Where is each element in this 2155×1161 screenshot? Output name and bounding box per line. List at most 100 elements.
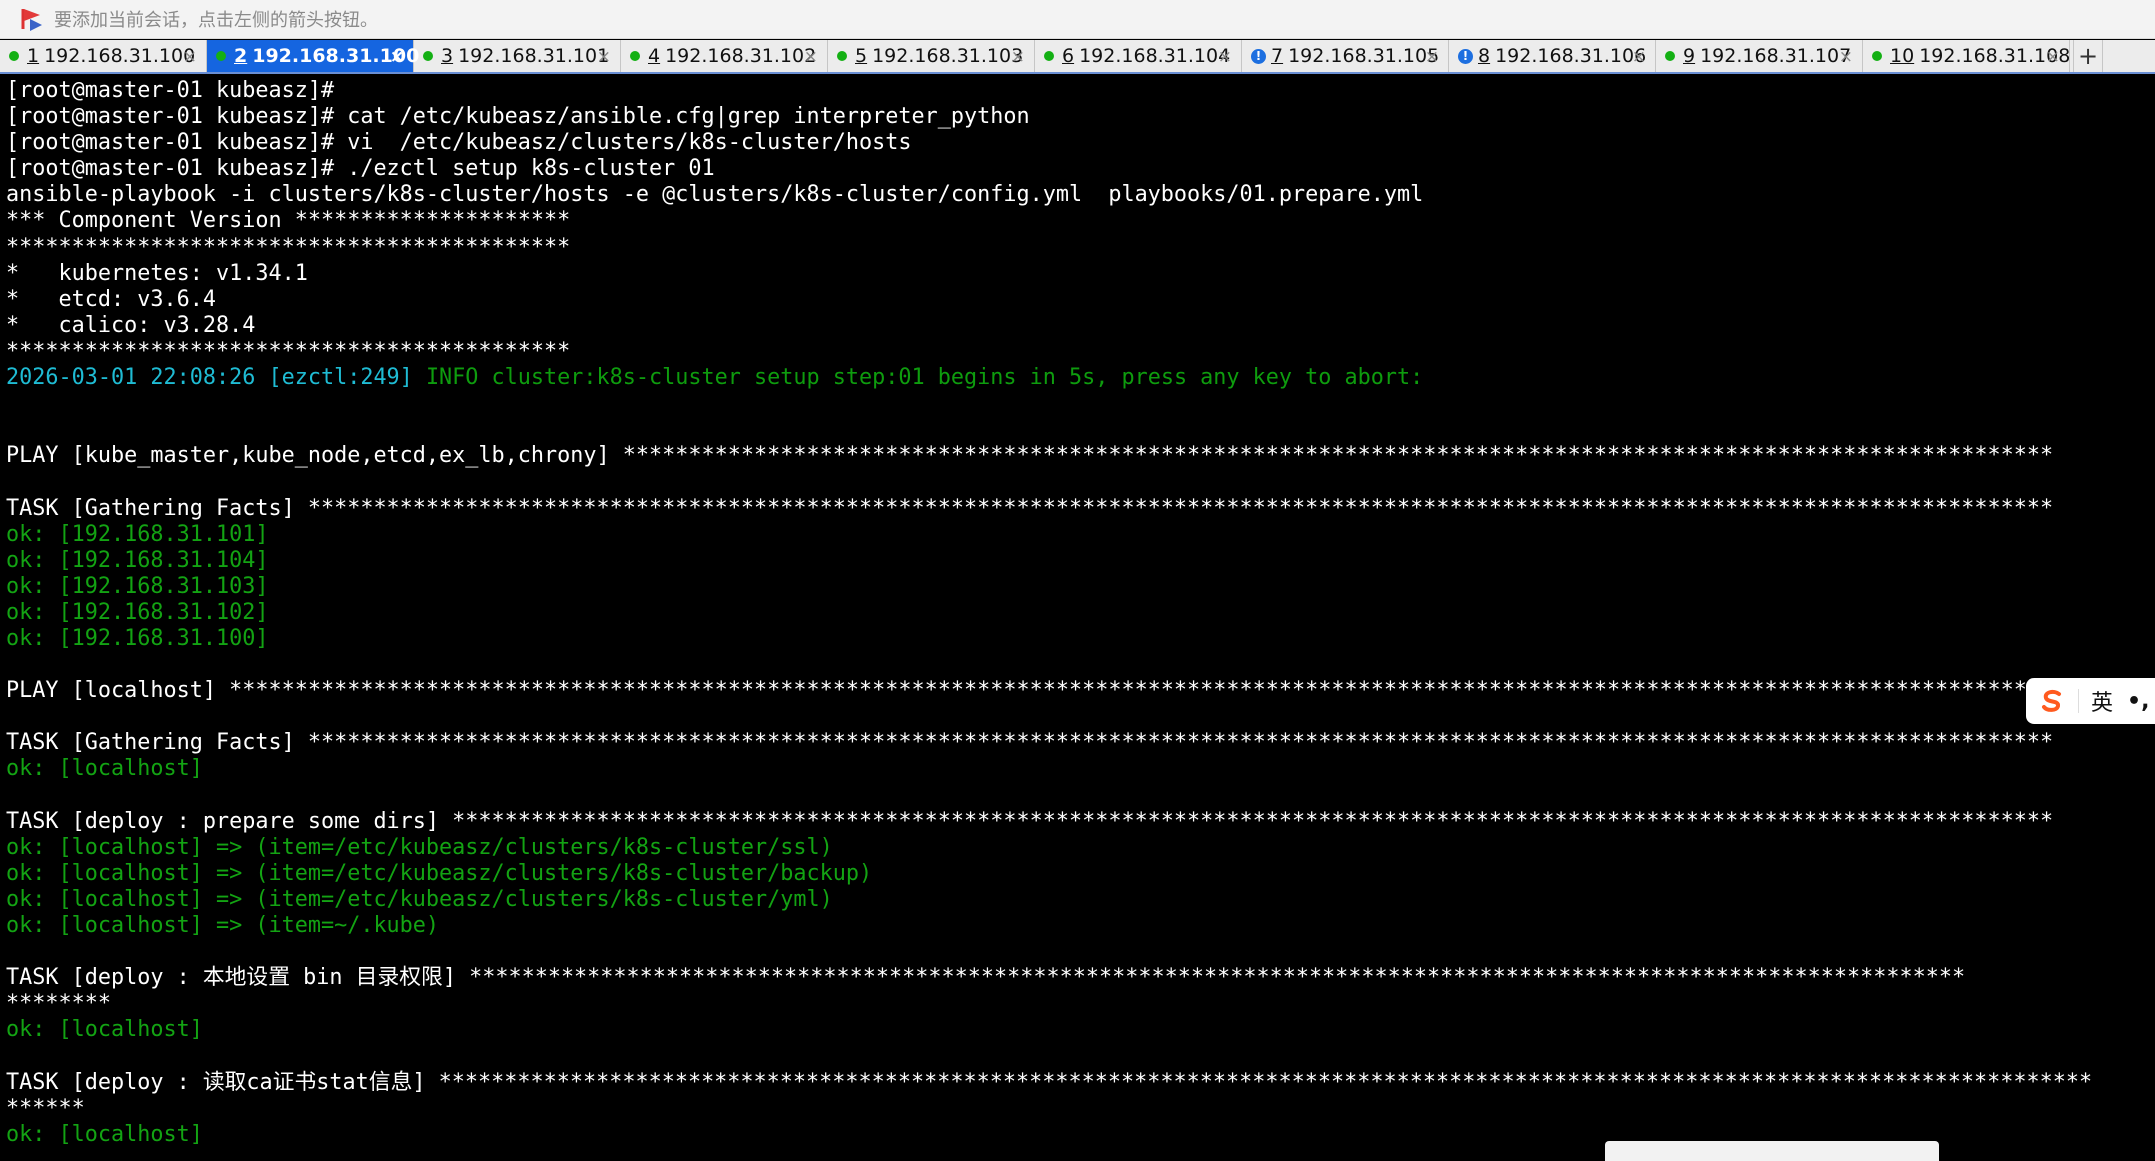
info-status-icon: ! (1458, 48, 1473, 64)
terminal-line: 2026-03-01 22:08:26 [ezctl:249] INFO clu… (6, 365, 2155, 391)
terminal-line-text: [root@master-01 kubeasz]# (6, 78, 335, 103)
terminal-line: ansible-playbook -i clusters/k8s-cluster… (6, 182, 2155, 208)
tab-number: 7 (1271, 45, 1284, 67)
terminal-line: ok: [192.168.31.101] (6, 522, 2155, 548)
terminal-line: ok: [localhost] => (item=/etc/kubeasz/cl… (6, 887, 2155, 913)
terminal-line: *** Component Version ******************… (6, 208, 2155, 234)
tab-close-icon[interactable]: × (2046, 47, 2060, 67)
tab-host: 192.168.31.105 (1288, 45, 1440, 67)
terminal-line-text: ok: [192.168.31.101] (6, 521, 269, 547)
terminal-line: ok: [192.168.31.103] (6, 574, 2155, 600)
terminal-line-text: ok: [localhost] (6, 1121, 203, 1147)
terminal-line-text: ok: [localhost] => (item=/etc/kubeasz/cl… (6, 886, 833, 912)
terminal-line-text: ****************************************… (6, 338, 571, 364)
tab-session-5[interactable]: 5 192.168.31.103 × (828, 40, 1035, 72)
sogou-s-icon[interactable] (2038, 687, 2066, 715)
terminal-line-text: TASK [Gathering Facts] *****************… (6, 730, 2054, 756)
bottom-popup-edge (1605, 1141, 1939, 1161)
terminal-line: ok: [localhost] (6, 756, 2155, 782)
connected-status-icon (1044, 51, 1054, 61)
tab-host: 192.168.31.101 (458, 45, 610, 67)
terminal-line: ****** (6, 1096, 2155, 1122)
tab-close-icon[interactable]: × (1425, 47, 1439, 67)
terminal-line-text: ******** (6, 991, 111, 1017)
terminal-line: ok: [192.168.31.102] (6, 600, 2155, 626)
tab-host: 192.168.31.107 (1700, 45, 1852, 67)
tab-host: 192.168.31.103 (872, 45, 1024, 67)
terminal-line: * calico: v3.28.4 (6, 313, 2155, 339)
tab-session-3[interactable]: 3 192.168.31.101 × (414, 40, 621, 72)
info-status-icon: ! (1251, 48, 1266, 64)
terminal-line: TASK [Gathering Facts] *****************… (6, 730, 2155, 756)
tab-host: 192.168.31.106 (1495, 45, 1647, 67)
connected-status-icon (216, 51, 226, 61)
tab-number: 4 (648, 45, 661, 67)
terminal-line: ****************************************… (6, 339, 2155, 365)
terminal-output[interactable]: [root@master-01 kubeasz]# [root@master-01… (6, 78, 2155, 1159)
session-hint-text: 要添加当前会话，点击左侧的箭头按钮。 (54, 10, 378, 31)
tab-number: 9 (1683, 45, 1696, 67)
tab-host: 192.168.31.100 (44, 45, 196, 67)
tab-session-2[interactable]: 2 192.168.31.100 × (207, 40, 419, 72)
terminal-line: TASK [Gathering Facts] *****************… (6, 496, 2155, 522)
terminal-line: ok: [192.168.31.104] (6, 548, 2155, 574)
terminal-line: [root@master-01 kubeasz]# vi /etc/kubeas… (6, 130, 2155, 156)
terminal-line-text: ****************************************… (6, 234, 571, 260)
terminal-line-text: ok: [192.168.31.103] (6, 573, 269, 599)
tab-number: 5 (855, 45, 868, 67)
new-tab-button[interactable]: + (2073, 40, 2103, 72)
terminal-line: ok: [localhost] => (item=/etc/kubeasz/cl… (6, 835, 2155, 861)
ime-punctuation-toggle[interactable]: •, (2127, 689, 2149, 714)
tab-close-icon[interactable]: × (390, 47, 404, 67)
terminal-line-text: TASK [Gathering Facts] *****************… (6, 495, 2054, 521)
connected-status-icon (423, 51, 433, 61)
terminal-line-text: * etcd: v3.6.4 (6, 286, 216, 312)
connected-status-icon (630, 51, 640, 61)
tab-number: 2 (234, 45, 248, 67)
terminal-line-text: ok: [192.168.31.100] (6, 625, 269, 651)
add-session-arrow-icon[interactable] (18, 5, 46, 33)
tab-session-6[interactable]: 6 192.168.31.104 × (1035, 40, 1242, 72)
tab-close-icon[interactable]: × (1839, 47, 1853, 67)
tab-close-icon[interactable]: × (1632, 47, 1646, 67)
terminal-line-text: ****** (6, 1095, 85, 1121)
tab-session-7[interactable]: ! 7 192.168.31.105 × (1242, 40, 1449, 72)
session-hint-bar: 要添加当前会话，点击左侧的箭头按钮。 (0, 0, 2155, 39)
tab-close-icon[interactable]: × (1218, 47, 1232, 67)
tab-number: 6 (1062, 45, 1075, 67)
terminal-line: TASK [deploy : 本地设置 bin 目录权限] **********… (6, 965, 2155, 991)
tab-close-icon[interactable]: × (804, 47, 818, 67)
terminal-line: * kubernetes: v1.34.1 (6, 261, 2155, 287)
connected-status-icon (1872, 51, 1882, 61)
tab-session-1[interactable]: 1 192.168.31.100 × (0, 40, 207, 72)
terminal-line: TASK [deploy : 读取ca证书stat信息] ***********… (6, 1070, 2155, 1096)
tab-number: 1 (27, 45, 40, 67)
terminal-line: PLAY [kube_master,kube_node,etcd,ex_lb,c… (6, 443, 2155, 469)
terminal-line: * etcd: v3.6.4 (6, 287, 2155, 313)
tab-session-8[interactable]: ! 8 192.168.31.106 × (1449, 40, 1656, 72)
connected-status-icon (837, 51, 847, 61)
terminal-line: ok: [192.168.31.100] (6, 626, 2155, 652)
terminal-line: ok: [localhost] (6, 1017, 2155, 1043)
terminal-line: TASK [deploy : prepare some dirs] ******… (6, 809, 2155, 835)
terminal-line: ******** (6, 991, 2155, 1017)
tab-session-4[interactable]: 4 192.168.31.102 × (621, 40, 828, 72)
ime-toolbar[interactable]: 英 •, (2026, 678, 2155, 724)
tab-session-9[interactable]: 9 192.168.31.107 × (1656, 40, 1863, 72)
ime-language-toggle[interactable]: 英 (2091, 685, 2113, 717)
terminal-line-text: ok: [localhost] => (item=/etc/kubeasz/cl… (6, 860, 873, 886)
terminal-line-message: INFO cluster:k8s-cluster setup step:01 b… (425, 365, 1424, 391)
terminal-line-text: ok: [localhost] => (item=/etc/kubeasz/cl… (6, 834, 833, 860)
tab-close-icon[interactable]: × (1011, 47, 1025, 67)
terminal-line-text: PLAY [kube_master,kube_node,etcd,ex_lb,c… (6, 443, 2054, 469)
tab-close-icon[interactable]: × (597, 47, 611, 67)
tab-close-icon[interactable]: × (183, 47, 197, 67)
tab-session-10[interactable]: 10 192.168.31.108 × (1863, 40, 2070, 72)
terminal-line-text: TASK [deploy : 本地设置 bin 目录权限] **********… (6, 965, 1966, 991)
